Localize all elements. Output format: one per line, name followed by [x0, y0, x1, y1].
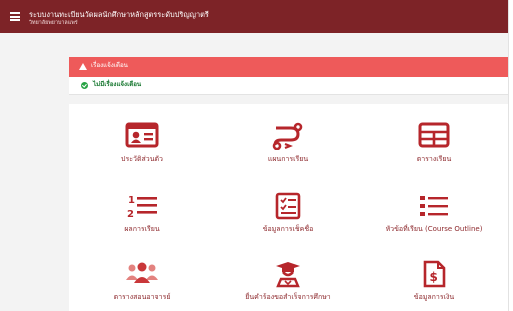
menu-label-attendance: ข้อมูลการเช็คชื่อ [262, 225, 314, 233]
users-icon [126, 262, 158, 283]
checklist-icon [275, 192, 301, 220]
menu-tile-study-plan[interactable]: แผนการเรียน [215, 122, 361, 168]
menu-label-profile: ประวัติส่วนตัว [121, 155, 163, 163]
list-icon [420, 196, 448, 216]
top-bar: ระบบงานทะเบียนวัดผลนักศึกษาหลักสูตรระดับ… [0, 0, 508, 33]
svg-text:1: 1 [128, 195, 135, 206]
alert-body: ไม่มีเรื่องแจ้งเตือน [69, 77, 508, 95]
menu-label-finance: ข้อมูลการเงิน [413, 293, 455, 301]
alert-header: เรื่องแจ้งเตือน [69, 57, 508, 77]
graduate-icon [276, 262, 300, 288]
menu-tile-attendance[interactable]: ข้อมูลการเช็คชื่อ [215, 192, 361, 238]
menu-label-teacher-schedule: ตารางสอนอาจารย์ [113, 293, 171, 301]
app-subtitle: วิทยาลัยพยาบาลแพร่ [29, 20, 78, 26]
menu-tile-grades[interactable]: 1 2 ผลการเรียน [69, 192, 215, 238]
menu-tile-teacher-schedule[interactable]: ตารางสอนอาจารย์ [69, 260, 215, 306]
menu-label-study-plan: แผนการเรียน [267, 155, 309, 163]
menu-tile-graduation-request[interactable]: ยื่นคำร้องขอสำเร็จการศึกษา [215, 260, 361, 306]
table-icon [418, 122, 450, 148]
menu-tile-class-schedule[interactable]: ตารางเรียน [361, 122, 507, 168]
menu-tile-profile[interactable]: ประวัติส่วนตัว [69, 122, 215, 168]
menu-panel: ประวัติส่วนตัว แผนการเรียน ตารางเรียน 1 … [69, 104, 508, 311]
menu-label-course-outline: หัวข้อที่เรียน (Course Outline) [385, 225, 483, 233]
menu-label-grades: ผลการเรียน [124, 225, 160, 233]
id-card-icon [125, 122, 159, 148]
invoice-icon: $ [423, 260, 446, 288]
menu-tile-finance[interactable]: $ ข้อมูลการเงิน [361, 260, 507, 306]
menu-tile-course-outline[interactable]: หัวข้อที่เรียน (Course Outline) [361, 192, 507, 238]
app-window: ระบบงานทะเบียนวัดผลนักศึกษาหลักสูตรระดับ… [0, 0, 509, 311]
svg-text:2: 2 [127, 209, 134, 220]
numbered-list-icon: 1 2 [127, 195, 157, 220]
menu-label-graduation-request: ยื่นคำร้องขอสำเร็จการศึกษา [245, 293, 331, 301]
alert-heading: เรื่องแจ้งเตือน [91, 62, 128, 69]
app-title: ระบบงานทะเบียนวัดผลนักศึกษาหลักสูตรระดับ… [29, 10, 209, 19]
svg-text:$: $ [430, 270, 438, 284]
warning-icon [79, 63, 87, 70]
hamburger-menu-icon[interactable] [10, 12, 20, 21]
route-icon [272, 122, 303, 150]
alert-message: ไม่มีเรื่องแจ้งเตือน [93, 81, 142, 88]
check-circle-icon [81, 82, 88, 89]
menu-label-class-schedule: ตารางเรียน [416, 155, 452, 163]
